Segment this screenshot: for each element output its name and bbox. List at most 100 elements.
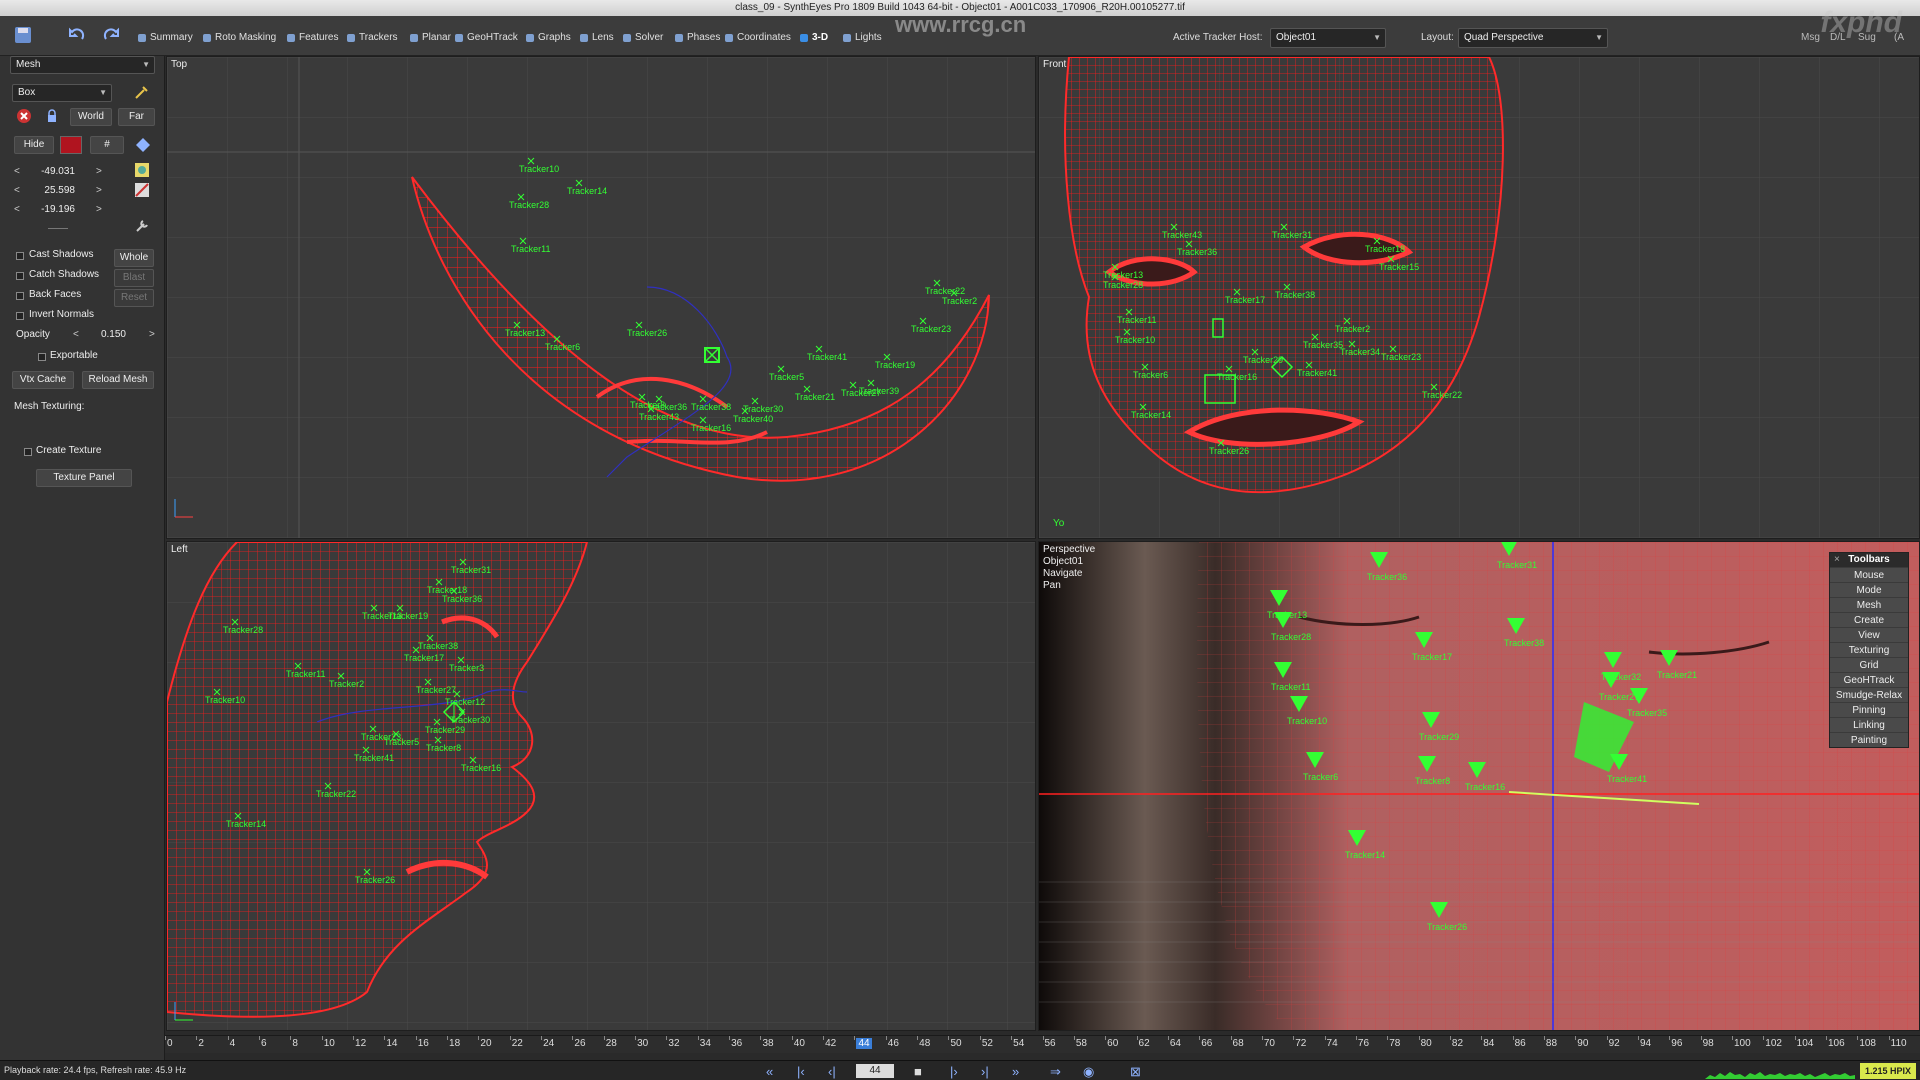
close-icon[interactable]: × <box>1834 553 1840 567</box>
timeline-tick-label[interactable]: 72 <box>1295 1038 1306 1049</box>
fast-forward-icon[interactable]: » <box>1012 1064 1019 1079</box>
timeline-tick-label[interactable]: 74 <box>1327 1038 1338 1049</box>
timeline-tick-label[interactable]: 28 <box>606 1038 617 1049</box>
delete-icon[interactable] <box>16 108 32 124</box>
z-increment-arrow[interactable]: > <box>96 204 102 215</box>
timeline-tick-label[interactable]: 2 <box>198 1038 204 1049</box>
timeline-tick-label[interactable]: 24 <box>543 1038 554 1049</box>
zoom-icon[interactable]: ◉ <box>1083 1064 1094 1080</box>
undo-icon[interactable] <box>66 24 88 46</box>
panel-select[interactable]: Mesh ▼ <box>10 56 155 74</box>
step-back-icon[interactable]: ‹| <box>828 1064 836 1079</box>
x-value[interactable]: -49.031 <box>25 166 75 177</box>
timeline-tick-label[interactable]: 34 <box>700 1038 711 1049</box>
reset-button[interactable]: Reset <box>114 289 154 307</box>
timeline-tick-label[interactable]: 6 <box>261 1038 267 1049</box>
toolbar-item-pinning[interactable]: Pinning <box>1830 702 1908 717</box>
tab-planar[interactable]: Planar <box>410 30 451 46</box>
toolbar-item-linking[interactable]: Linking <box>1830 717 1908 732</box>
timeline-tick-label[interactable]: 106 <box>1828 1038 1845 1049</box>
timeline-tick-label[interactable]: 38 <box>762 1038 773 1049</box>
reload-mesh-button[interactable]: Reload Mesh <box>82 371 154 389</box>
timeline-tick-label[interactable]: 16 <box>418 1038 429 1049</box>
redo-icon[interactable] <box>100 24 122 46</box>
timeline-tick-label[interactable]: 108 <box>1859 1038 1876 1049</box>
timeline-tick-label[interactable]: 100 <box>1734 1038 1751 1049</box>
tab-summary[interactable]: Summary <box>138 30 193 46</box>
timeline-tick-label[interactable]: 80 <box>1421 1038 1432 1049</box>
x-increment-arrow[interactable]: > <box>96 166 102 177</box>
tab-graphs[interactable]: Graphs <box>526 30 571 46</box>
mesh-color-swatch[interactable] <box>60 136 82 154</box>
catch-shadows-checkbox[interactable] <box>16 272 24 280</box>
timeline-tick-label[interactable]: 92 <box>1609 1038 1620 1049</box>
tab-3d[interactable]: 3-D <box>800 30 828 46</box>
z-decrement-arrow[interactable]: < <box>14 204 20 215</box>
timeline-tick-label[interactable]: 10 <box>324 1038 335 1049</box>
timeline-tick-label[interactable]: 46 <box>888 1038 899 1049</box>
timeline-tick-label[interactable]: 14 <box>386 1038 397 1049</box>
timeline-tick-label[interactable]: 90 <box>1577 1038 1588 1049</box>
invert-normals-checkbox[interactable] <box>16 312 24 320</box>
tab-lens[interactable]: Lens <box>580 30 614 46</box>
timeline-tick-label[interactable]: 50 <box>950 1038 961 1049</box>
timeline-tick-label[interactable]: 36 <box>731 1038 742 1049</box>
timeline-tick-label[interactable]: 32 <box>668 1038 679 1049</box>
toolbar-item-mode[interactable]: Mode <box>1830 582 1908 597</box>
tab-features[interactable]: Features <box>287 30 338 46</box>
toolbar-item-geohtrack[interactable]: GeoHTrack <box>1830 672 1908 687</box>
timeline-tick-label[interactable]: 26 <box>574 1038 585 1049</box>
hide-button[interactable]: Hide <box>14 136 54 154</box>
top-viewport[interactable]: Top Tracker10 Tracker14 Tracker28 Tracker11… <box>166 56 1036 539</box>
timeline-tick-label[interactable]: 30 <box>637 1038 648 1049</box>
play-forward-icon[interactable]: ⇒ <box>1050 1064 1061 1080</box>
timeline-tick-label[interactable]: 84 <box>1483 1038 1494 1049</box>
opacity-value[interactable]: 0.150 <box>76 329 126 340</box>
toolbar-item-painting[interactable]: Painting <box>1830 732 1908 747</box>
hash-button[interactable]: # <box>90 136 124 154</box>
tab-trackers[interactable]: Trackers <box>347 30 398 46</box>
active-tracker-host-select[interactable]: Object01 ▼ <box>1270 28 1386 48</box>
timeline-tick-label[interactable]: 88 <box>1546 1038 1557 1049</box>
timeline-tick-label[interactable]: 96 <box>1671 1038 1682 1049</box>
mesh-type-select[interactable]: Box ▼ <box>12 84 112 102</box>
tab-phases[interactable]: Phases <box>675 30 720 46</box>
lock-icon[interactable] <box>44 108 60 124</box>
rewind-to-start-icon[interactable]: « <box>766 1064 773 1079</box>
y-decrement-arrow[interactable]: < <box>14 185 20 196</box>
timeline-tick-label[interactable]: 66 <box>1201 1038 1212 1049</box>
opacity-increment-arrow[interactable]: > <box>149 329 155 340</box>
x-decrement-arrow[interactable]: < <box>14 166 20 177</box>
blast-button[interactable]: Blast <box>114 269 154 287</box>
timeline-tick-label[interactable]: 64 <box>1170 1038 1181 1049</box>
frame-fit-icon[interactable]: ⊠ <box>1130 1064 1141 1080</box>
timeline-tick-label[interactable]: 94 <box>1640 1038 1651 1049</box>
timeline-tick-label[interactable]: 62 <box>1139 1038 1150 1049</box>
pick-icon[interactable] <box>133 85 149 101</box>
save-icon[interactable] <box>12 24 34 46</box>
timeline-tick-label[interactable]: 104 <box>1797 1038 1814 1049</box>
timeline-tick-label[interactable]: 98 <box>1703 1038 1714 1049</box>
toolbar-item-texturing[interactable]: Texturing <box>1830 642 1908 657</box>
timeline-tick-label[interactable]: 78 <box>1389 1038 1400 1049</box>
timeline-tick-label[interactable]: 86 <box>1515 1038 1526 1049</box>
toolbar-item-grid[interactable]: Grid <box>1830 657 1908 672</box>
timeline-tick-label[interactable]: 20 <box>480 1038 491 1049</box>
exportable-checkbox[interactable] <box>38 353 46 361</box>
timeline-tick-label[interactable]: 12 <box>355 1038 366 1049</box>
tab-solver[interactable]: Solver <box>623 30 663 46</box>
timeline-tick-label[interactable]: 22 <box>512 1038 523 1049</box>
timeline-tick-label[interactable]: 18 <box>449 1038 460 1049</box>
back-faces-checkbox[interactable] <box>16 292 24 300</box>
y-increment-arrow[interactable]: > <box>96 185 102 196</box>
step-forward-icon[interactable]: |› <box>950 1064 958 1079</box>
left-viewport[interactable]: Left Tracker31 Tracker18 Tracker36 Tracker2… <box>166 541 1036 1031</box>
y-value[interactable]: 25.598 <box>25 185 75 196</box>
msg-button[interactable]: Msg <box>1801 30 1820 46</box>
world-button[interactable]: World <box>70 108 112 126</box>
toolbar-item-mouse[interactable]: Mouse <box>1830 567 1908 582</box>
target-icon[interactable] <box>134 162 150 178</box>
timeline-tick-label[interactable]: 42 <box>825 1038 836 1049</box>
toolbar-item-view[interactable]: View <box>1830 627 1908 642</box>
go-to-end-icon[interactable]: ›| <box>981 1064 989 1079</box>
